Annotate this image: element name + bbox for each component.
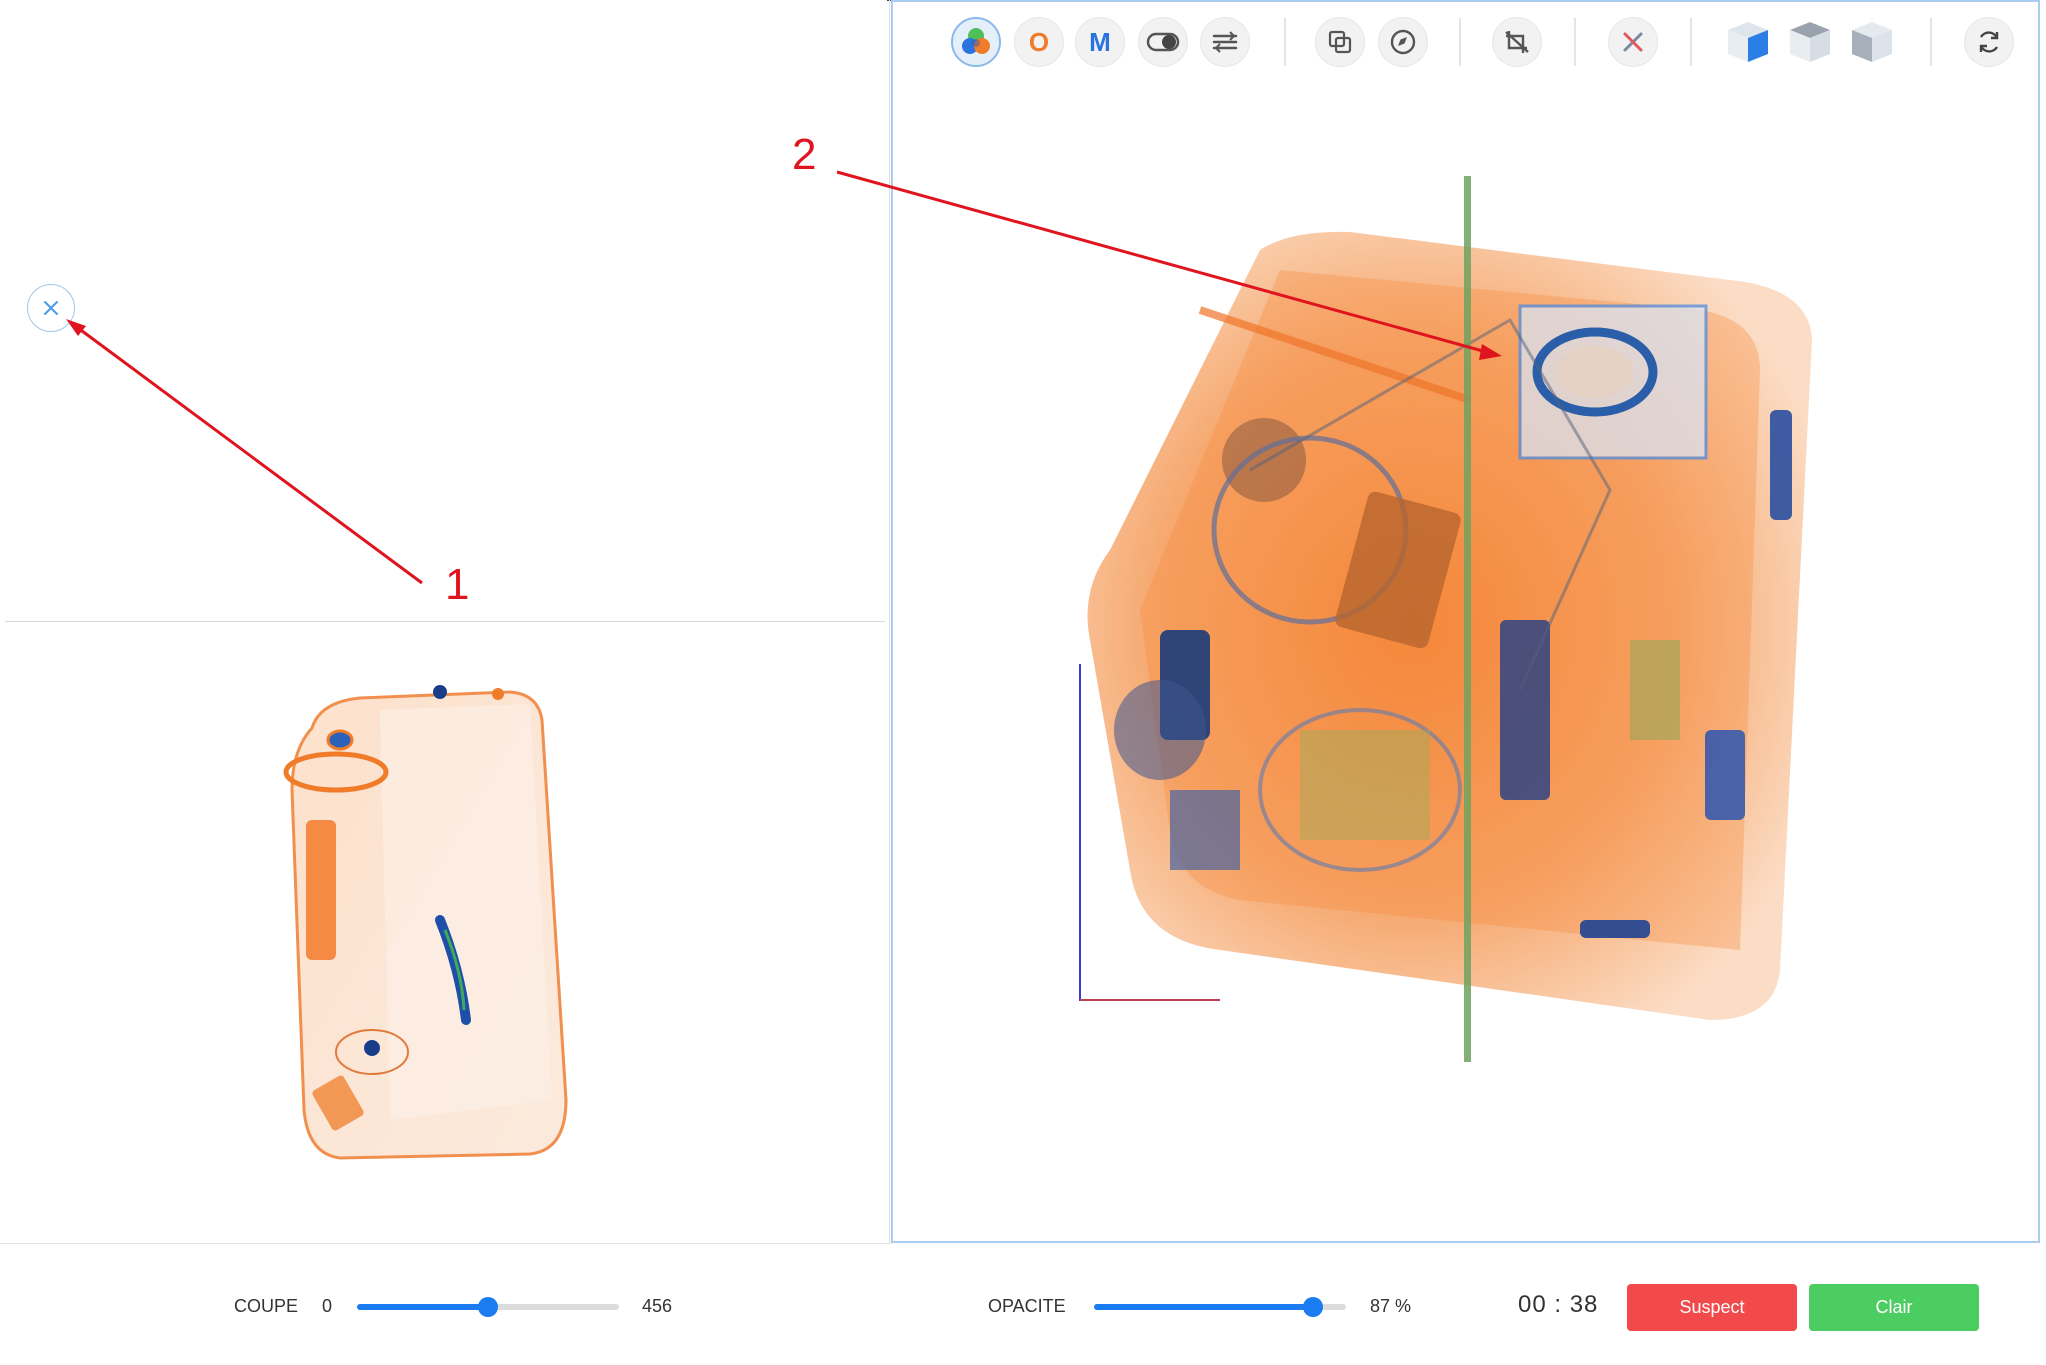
toolbar-separator bbox=[1459, 18, 1461, 66]
reset-button[interactable] bbox=[1964, 17, 2014, 67]
tools-off-icon bbox=[1623, 32, 1643, 52]
coupe-min: 0 bbox=[322, 1296, 333, 1316]
color-palette-button[interactable] bbox=[951, 17, 1001, 67]
crop-off-icon bbox=[1505, 31, 1529, 53]
side-scan-image bbox=[283, 685, 568, 1160]
toolbar-separator bbox=[1690, 18, 1692, 66]
close-icon bbox=[44, 301, 58, 315]
organic-filter-button[interactable]: O bbox=[1014, 17, 1064, 67]
close-button[interactable] bbox=[27, 284, 75, 332]
cube-side-view-icon[interactable] bbox=[1848, 18, 1896, 66]
left-panel-divider bbox=[5, 621, 885, 622]
cube-front-view-icon[interactable] bbox=[1724, 18, 1772, 66]
coupe-slider-fill bbox=[357, 1304, 488, 1310]
opacite-slider-thumb[interactable] bbox=[1303, 1297, 1324, 1317]
coupe-slider[interactable] bbox=[357, 1295, 619, 1319]
toolbar-separator bbox=[1574, 18, 1576, 66]
clear-button[interactable]: Clair bbox=[1809, 1284, 1979, 1331]
color-palette-icon bbox=[962, 28, 990, 54]
coupe-label: COUPE bbox=[234, 1296, 299, 1316]
annotation-label-2: 2 bbox=[792, 130, 817, 179]
panel-separator bbox=[889, 0, 890, 1243]
organic-filter-icon: O bbox=[1028, 27, 1050, 57]
opacite-label: OPACITE bbox=[988, 1296, 1066, 1316]
compass-icon bbox=[1390, 29, 1416, 55]
opacite-value: 87 % bbox=[1370, 1296, 1412, 1316]
tools-off-button[interactable] bbox=[1608, 17, 1658, 67]
volume-scan-image bbox=[1079, 176, 1812, 1062]
toolbar-separator bbox=[1930, 18, 1932, 66]
crop-off-button[interactable] bbox=[1492, 17, 1542, 67]
adjust-sliders-icon bbox=[1212, 31, 1238, 53]
toolbar-separator bbox=[1284, 18, 1286, 66]
adjust-button[interactable] bbox=[1200, 17, 1250, 67]
opacite-slider-fill bbox=[1094, 1304, 1314, 1310]
layers-button[interactable] bbox=[1315, 17, 1365, 67]
cube-top-view-icon[interactable] bbox=[1786, 18, 1834, 66]
annotation-label-1: 1 bbox=[445, 560, 470, 609]
reset-rotate-icon bbox=[1979, 31, 1999, 53]
metal-filter-button[interactable]: M bbox=[1075, 17, 1125, 67]
contrast-toggle-icon bbox=[1146, 32, 1180, 52]
coupe-max: 456 bbox=[642, 1296, 673, 1316]
layers-copy-icon bbox=[1328, 30, 1352, 54]
compass-button[interactable] bbox=[1378, 17, 1428, 67]
toolbar: O M bbox=[0, 0, 2046, 90]
suspect-button[interactable]: Suspect bbox=[1627, 1284, 1797, 1331]
timer: 00 : 38 bbox=[1518, 1291, 1599, 1318]
metal-filter-icon: M bbox=[1089, 27, 1111, 57]
bottom-rule bbox=[0, 1243, 892, 1244]
opacite-slider[interactable] bbox=[1094, 1295, 1346, 1319]
coupe-slider-thumb[interactable] bbox=[478, 1297, 498, 1317]
contrast-toggle-button[interactable] bbox=[1138, 17, 1188, 67]
